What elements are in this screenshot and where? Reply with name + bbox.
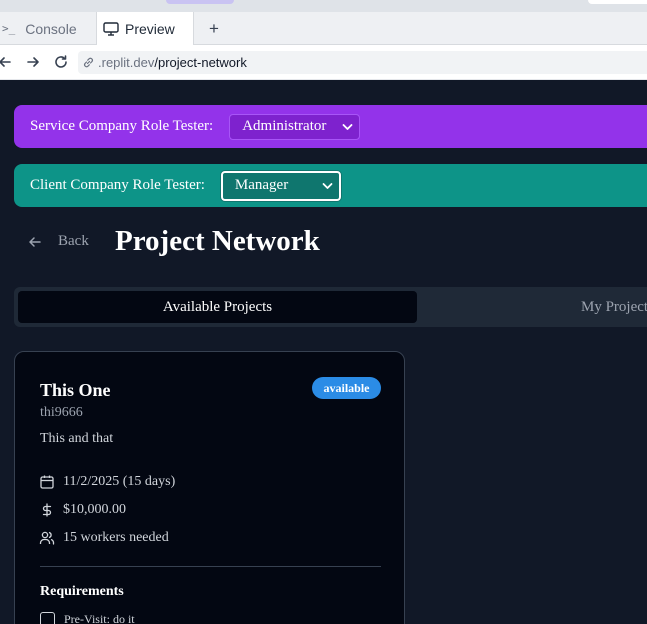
forward-arrow-icon[interactable] (24, 53, 42, 71)
active-workspace-tab[interactable] (166, 0, 234, 4)
project-budget: $10,000.00 (39, 502, 126, 518)
project-description: This and that (40, 431, 114, 446)
back-label: Back (58, 233, 89, 249)
project-budget-text: $10,000.00 (63, 502, 126, 517)
requirements-title: Requirements (40, 584, 124, 599)
service-role-select[interactable]: Administrator (229, 113, 361, 140)
back-arrow-icon[interactable] (0, 53, 14, 71)
page-title: Project Network (115, 225, 320, 257)
requirement-label: Pre-Visit: do it (64, 612, 135, 624)
project-date: 11/2/2025 (15 days) (39, 474, 175, 490)
requirement-checkbox[interactable] (40, 612, 55, 624)
url-domain: .replit.dev (98, 55, 155, 70)
new-tab-button[interactable]: + (204, 12, 224, 45)
url-path: /project-network (154, 55, 247, 70)
project-tabs: Available Projects My Projects (14, 287, 647, 327)
dollar-icon (42, 503, 52, 517)
status-badge: available (312, 377, 381, 399)
users-icon (39, 531, 55, 545)
window-top-strip (0, 0, 647, 12)
tab-console[interactable]: >_ Console (0, 12, 94, 45)
tab-my-projects[interactable]: My Projects (536, 291, 647, 323)
card-divider (40, 566, 381, 567)
tab-bar: >_ Console Preview + (0, 12, 647, 46)
client-role-label: Client Company Role Tester: (30, 177, 205, 193)
tab-preview[interactable]: Preview (96, 12, 194, 46)
terminal-icon: >_ (2, 22, 16, 35)
url-input[interactable]: .replit.dev /project-network (78, 51, 647, 74)
tab-preview-label: Preview (125, 21, 175, 37)
project-workers-text: 15 workers needed (63, 530, 169, 545)
service-role-value: Administrator (242, 118, 327, 134)
tab-available-projects[interactable]: Available Projects (18, 291, 417, 323)
project-code: thi9666 (40, 405, 83, 420)
back-button[interactable]: Back (28, 233, 89, 250)
reload-icon[interactable] (52, 53, 70, 71)
calendar-icon (40, 475, 54, 489)
client-role-select[interactable]: Manager (220, 170, 341, 201)
service-role-tester: Service Company Role Tester: Administrat… (14, 105, 647, 148)
service-role-label: Service Company Role Tester: (30, 118, 214, 134)
client-role-tester: Client Company Role Tester: Manager (14, 164, 647, 207)
monitor-icon (103, 22, 119, 36)
project-date-text: 11/2/2025 (15 days) (63, 474, 176, 489)
chevron-down-icon (322, 182, 333, 189)
address-bar: .replit.dev /project-network (0, 45, 647, 80)
client-role-value: Manager (234, 177, 289, 193)
chevron-down-icon (342, 123, 353, 130)
tab-console-label: Console (25, 20, 77, 37)
link-icon (84, 57, 93, 68)
requirement-item[interactable]: Pre-Visit: do it (40, 612, 135, 624)
project-workers: 15 workers needed (39, 530, 169, 546)
project-card[interactable]: This One available thi9666 This and that… (14, 351, 405, 624)
project-title: This One (40, 380, 111, 400)
arrow-left-icon (29, 236, 41, 247)
window-control-area (588, 0, 647, 4)
